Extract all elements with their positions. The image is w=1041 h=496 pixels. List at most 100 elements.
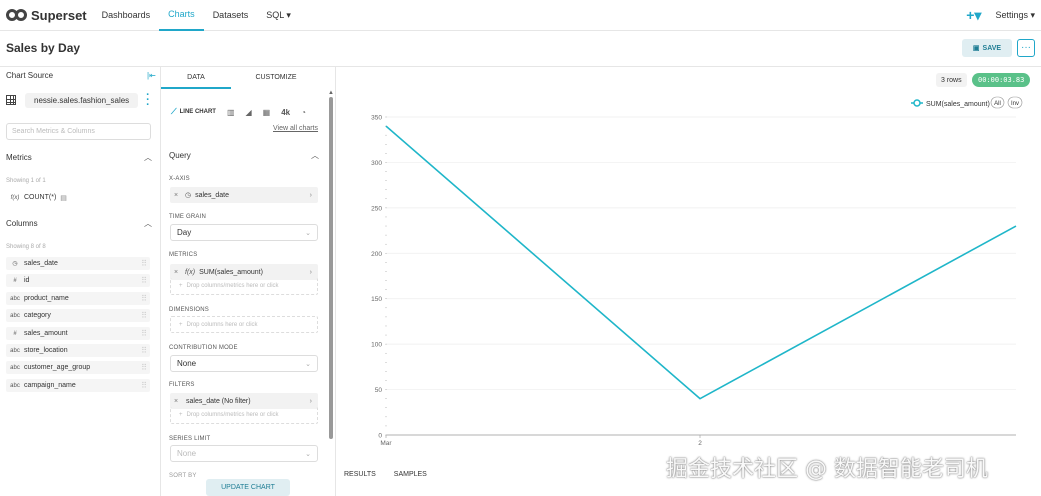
data-tabs: RESULTS SAMPLES [344, 471, 427, 478]
contribution-mode-value: None [177, 359, 197, 368]
page-title[interactable]: Sales by Day [6, 41, 80, 55]
drag-handle-icon[interactable]: ⠿ [141, 276, 147, 285]
y-tick-label: 300 [371, 160, 382, 167]
control-tabs: DATA CUSTOMIZE [161, 67, 336, 89]
series-limit-select[interactable]: None ⌄ [170, 445, 318, 462]
legend-circle-marker [913, 99, 921, 107]
save-icon: ▣ [972, 45, 980, 52]
drag-handle-icon[interactable]: ⠿ [141, 363, 147, 372]
function-icon: f(x) [10, 194, 20, 201]
y-tick-label: 350 [371, 115, 382, 122]
chevron-up-icon: ︿ [311, 151, 319, 160]
column-item[interactable]: # sales_amount ⠿ [6, 327, 150, 340]
x-axis-pill[interactable]: × ◷ sales_date › [170, 187, 318, 203]
collapse-panel-icon[interactable]: |⇤ [147, 71, 156, 80]
datasource-menu-icon[interactable]: · · · [146, 90, 150, 111]
settings-menu[interactable]: Settings ▾ [995, 10, 1035, 21]
time-grain-select[interactable]: Day ⌄ [170, 224, 318, 241]
brand-name: Superset [31, 7, 87, 23]
metrics-section-header[interactable]: Metrics ︿ [6, 153, 154, 162]
row-count-badge: 3 rows [936, 73, 967, 87]
drag-handle-icon[interactable]: ⠿ [141, 346, 147, 355]
numeric-icon: # [13, 330, 17, 337]
pie-chart-icon[interactable]: ◔ [301, 108, 306, 117]
y-tick-label: 0 [378, 433, 382, 440]
filters-dropzone[interactable]: + Drop columns/metrics here or click [170, 407, 318, 424]
series-line-sum-sales-amount [385, 125, 1017, 400]
legend-series-name[interactable]: SUM(sales_amount) [926, 101, 990, 108]
nav-dashboards[interactable]: Dashboards [93, 0, 160, 31]
drag-handle-icon[interactable]: ⠿ [141, 329, 147, 338]
remove-icon[interactable]: × [170, 269, 182, 276]
column-name: product_name [24, 295, 69, 302]
nav-datasets[interactable]: Datasets [204, 0, 258, 31]
y-tick-label: 50 [375, 387, 383, 394]
column-item[interactable]: abc category ⠿ [6, 309, 150, 322]
dimensions-label: DIMENSIONS [169, 307, 210, 313]
drag-handle-icon[interactable]: ⠿ [141, 311, 147, 320]
scroll-up-icon[interactable]: ▲ [328, 90, 334, 96]
drag-handle-icon[interactable]: ⠿ [141, 381, 147, 390]
more-options-button[interactable]: ··· [1017, 39, 1035, 57]
column-item[interactable]: abc store_location ⠿ [6, 344, 150, 357]
string-icon: abc [10, 312, 20, 319]
y-tick-label: 250 [371, 205, 382, 212]
remove-icon[interactable]: × [170, 192, 182, 199]
column-name: customer_age_group [24, 364, 91, 371]
contribution-mode-select[interactable]: None ⌄ [170, 355, 318, 372]
metrics-dropzone[interactable]: + Drop columns/metrics here or click [170, 278, 318, 295]
big-number-icon[interactable]: 4k [281, 108, 290, 117]
columns-showing-count: Showing 8 of 8 [6, 244, 46, 250]
drag-handle-icon[interactable]: ⠿ [141, 259, 147, 268]
bar-chart-icon[interactable]: ▥ [227, 108, 235, 117]
tab-customize[interactable]: CUSTOMIZE [231, 67, 321, 89]
chevron-right-icon: › [309, 268, 312, 276]
area-chart-icon[interactable]: ◢ [246, 108, 252, 117]
remove-icon[interactable]: × [170, 398, 182, 405]
metrics-label: METRICS [169, 252, 198, 258]
plus-icon: + [179, 283, 183, 289]
chevron-right-icon: › [309, 397, 312, 405]
metrics-columns-search-input[interactable]: Search Metrics & Columns [6, 123, 151, 140]
tab-samples[interactable]: SAMPLES [394, 471, 427, 478]
save-button[interactable]: ▣ SAVE [962, 39, 1012, 57]
dropzone-label: Drop columns/metrics here or click [186, 283, 279, 289]
chevron-down-icon: ⌄ [305, 450, 311, 458]
view-all-charts-link[interactable]: View all charts [273, 125, 318, 132]
viz-type-row: ⟋ LINE CHART ▥ ◢ ▦ 4k ◔ [171, 105, 326, 119]
table-chart-icon[interactable]: ▦ [263, 108, 271, 117]
column-item[interactable]: abc campaign_name ⠿ [6, 379, 150, 392]
legend-all-label: All [994, 101, 1001, 107]
chevron-down-icon: ⌄ [305, 360, 311, 368]
nav-sql[interactable]: SQL ▾ [257, 0, 300, 31]
time-grain-label: TIME GRAIN [169, 214, 207, 220]
contribution-mode-label: CONTRIBUTION MODE [169, 345, 238, 351]
nav-charts[interactable]: Charts [159, 0, 204, 31]
query-section-header[interactable]: Query ︿ [169, 151, 319, 160]
drag-handle-icon[interactable]: ⠿ [141, 294, 147, 303]
plus-icon: + [179, 412, 183, 418]
dimensions-dropzone[interactable]: + Drop columns here or click [170, 316, 318, 333]
tab-results[interactable]: RESULTS [344, 471, 376, 478]
viz-type-selected[interactable]: ⟋ LINE CHART [171, 107, 216, 117]
chart-legend[interactable]: SUM(sales_amount) All Inv [911, 96, 1023, 109]
column-name: campaign_name [24, 382, 76, 389]
top-nav: Superset Dashboards Charts Datasets SQL … [0, 0, 1041, 31]
tab-data[interactable]: DATA [161, 67, 231, 89]
chart-source-title: Chart Source [6, 71, 54, 80]
metric-value: SUM(sales_amount) [199, 268, 263, 276]
column-item[interactable]: abc product_name ⠿ [6, 292, 150, 305]
x-axis-value: sales_date [195, 191, 229, 199]
columns-section-header[interactable]: Columns ︿ [6, 219, 154, 228]
string-icon: abc [10, 347, 20, 354]
datasource-name[interactable]: nessie.sales.fashion_sales [25, 92, 139, 108]
new-item-button[interactable]: +▾ [966, 7, 981, 24]
column-item[interactable]: ◷ sales_date ⠿ [6, 257, 150, 270]
column-item[interactable]: abc customer_age_group ⠿ [6, 361, 150, 374]
column-item[interactable]: # id ⠿ [6, 274, 150, 287]
control-panel-scrollbar[interactable] [329, 97, 333, 439]
string-icon: abc [10, 382, 20, 389]
metric-item[interactable]: f(x) COUNT(*) ▤ [6, 191, 68, 204]
update-chart-button[interactable]: UPDATE CHART [206, 479, 290, 496]
superset-logo[interactable]: Superset [6, 8, 87, 23]
